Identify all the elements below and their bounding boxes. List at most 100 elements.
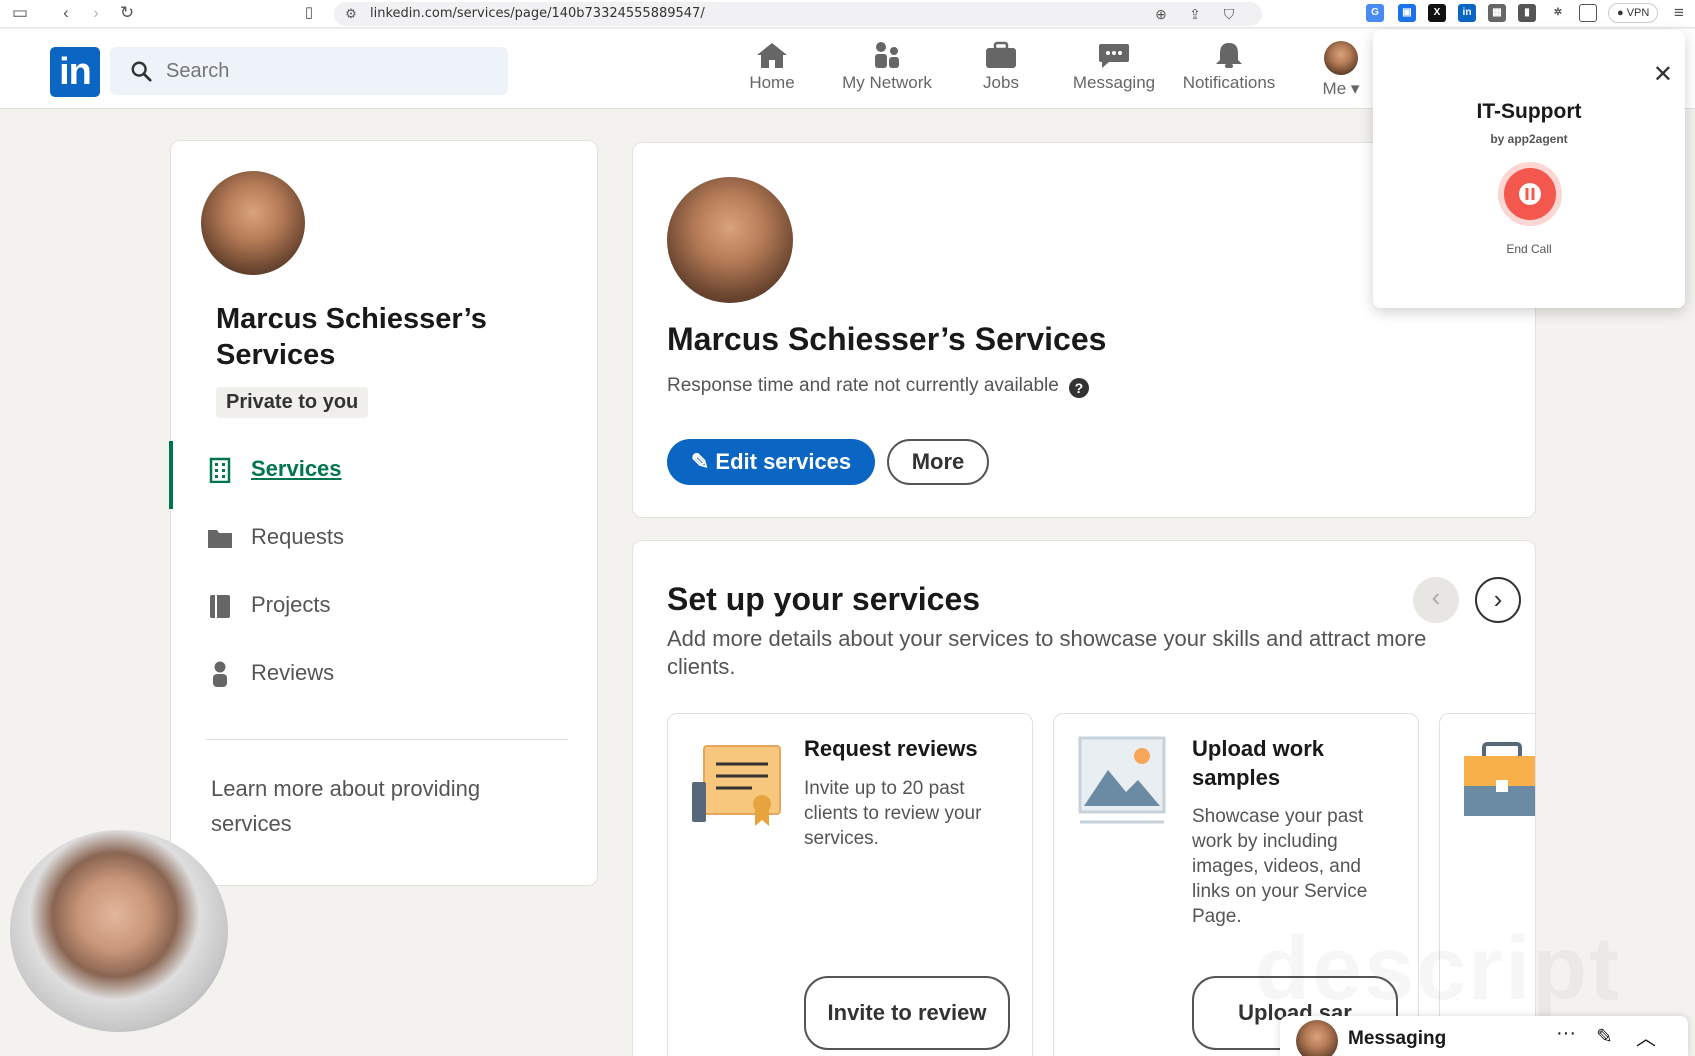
image-icon bbox=[1078, 736, 1166, 824]
chat-icon bbox=[1099, 44, 1129, 68]
nav-jobs[interactable]: Jobs bbox=[976, 41, 1026, 101]
home-icon bbox=[757, 43, 787, 68]
profile-avatar bbox=[201, 171, 305, 275]
nav-my-network[interactable]: My Network bbox=[832, 41, 942, 101]
nav-messaging[interactable]: Messaging bbox=[1068, 41, 1160, 101]
vpn-button[interactable]: ● VPN bbox=[1608, 3, 1659, 23]
briefcase-icon bbox=[986, 41, 1016, 68]
webcam-overlay bbox=[10, 830, 228, 1032]
browser-toolbar: ▭ ‹ › ↻ ▯ ⚙ linkedin.com/services/page/1… bbox=[0, 0, 1695, 28]
building-icon bbox=[209, 457, 231, 483]
card-title: Upload work samples bbox=[1192, 736, 1325, 790]
help-icon[interactable]: ? bbox=[1068, 378, 1089, 398]
translate-icon[interactable]: G bbox=[1366, 4, 1384, 22]
extension-icon[interactable]: ▣ bbox=[1398, 4, 1416, 22]
nav-notifications-label: Notifications bbox=[1182, 73, 1276, 92]
watermark: descript bbox=[1255, 918, 1621, 1021]
learn-more-link[interactable]: Learn more about providing services bbox=[211, 771, 551, 841]
sidebar-item-requests[interactable]: Requests bbox=[171, 509, 601, 567]
sidebar-item-label: Requests bbox=[251, 524, 344, 549]
person-icon bbox=[213, 661, 227, 687]
setup-title: Set up your services bbox=[667, 581, 981, 617]
card-description: Invite up to 20 past clients to review y… bbox=[804, 778, 982, 849]
menu-icon[interactable]: ≡ bbox=[1668, 2, 1690, 24]
avatar bbox=[1324, 41, 1358, 75]
extension-icon[interactable]: ▮ bbox=[1518, 4, 1536, 22]
search-icon bbox=[131, 61, 152, 82]
sidebar-title: Marcus Schiesser’s Services bbox=[216, 303, 487, 371]
more-button[interactable]: More bbox=[887, 439, 989, 485]
nav-jobs-label: Jobs bbox=[983, 73, 1019, 92]
edit-services-label: Edit services bbox=[715, 449, 852, 474]
nav-me-label: Me bbox=[1322, 79, 1347, 98]
avatar bbox=[1296, 1020, 1338, 1056]
bell-icon bbox=[1216, 43, 1242, 68]
site-settings-icon[interactable]: ⚙ bbox=[340, 3, 362, 25]
nav-my-network-label: My Network bbox=[842, 73, 932, 92]
call-provider: by app2agent bbox=[1490, 132, 1568, 146]
chevron-down-icon: ▾ bbox=[1350, 79, 1360, 98]
shield-icon[interactable]: ⛉ bbox=[1218, 3, 1240, 25]
sidebar-item-reviews[interactable]: Reviews bbox=[171, 645, 601, 703]
edit-services-button[interactable]: ✎ Edit services bbox=[667, 439, 875, 485]
linkedin-extension-icon[interactable]: in bbox=[1458, 4, 1476, 22]
card-title: Request reviews bbox=[804, 736, 978, 761]
nav-messaging-label: Messaging bbox=[1072, 73, 1156, 92]
search-input[interactable] bbox=[166, 47, 486, 95]
setup-description: Add more details about your services to … bbox=[667, 626, 1427, 679]
url-text: linkedin.com/services/page/140b733245558… bbox=[370, 6, 705, 21]
sidebar-panel-icon[interactable] bbox=[1579, 4, 1597, 22]
briefcase-icon bbox=[1464, 742, 1535, 816]
vpn-label: VPN bbox=[1626, 7, 1650, 19]
more-options-icon[interactable]: ··· bbox=[1556, 1022, 1576, 1045]
private-badge: Private to you bbox=[216, 387, 369, 418]
close-icon[interactable]: ✕ bbox=[1653, 60, 1673, 89]
request-reviews-card: Request reviews Invite up to 20 past cli… bbox=[667, 713, 1033, 1056]
puzzle-icon[interactable]: ✲ bbox=[1549, 4, 1567, 22]
messaging-label: Messaging bbox=[1348, 1028, 1447, 1049]
sidebar-item-label: Services bbox=[251, 456, 342, 481]
sidebar-item-projects[interactable]: Projects bbox=[171, 577, 601, 635]
compose-icon[interactable]: ✎ bbox=[1596, 1024, 1613, 1049]
certificate-icon bbox=[692, 745, 781, 826]
pencil-icon: ✎ bbox=[690, 449, 710, 474]
share-icon[interactable]: ⇪ bbox=[1184, 3, 1206, 25]
sidebar-item-label: Projects bbox=[251, 592, 331, 617]
response-info: Response time and rate not currently ava… bbox=[667, 375, 1089, 398]
bookmark-icon[interactable]: ▯ bbox=[298, 2, 320, 24]
sidebar-card: Marcus Schiesser’s Services Private to y… bbox=[169, 140, 601, 886]
back-icon[interactable]: ‹ bbox=[55, 2, 77, 24]
forward-icon[interactable]: › bbox=[85, 2, 107, 24]
profile-avatar bbox=[667, 177, 793, 303]
sidebar-item-services[interactable]: Services bbox=[169, 441, 601, 509]
divider bbox=[206, 739, 568, 740]
invite-to-review-button[interactable]: Invite to review bbox=[804, 976, 1010, 1050]
x-extension-icon[interactable]: X bbox=[1428, 4, 1446, 22]
zoom-icon[interactable]: ⊕ bbox=[1150, 3, 1172, 25]
nav-me[interactable]: Me ▾ bbox=[1316, 41, 1366, 101]
folder-icon bbox=[208, 530, 232, 548]
nav-home-label: Home bbox=[749, 73, 795, 92]
sidebar-toggle-icon[interactable]: ▭ bbox=[4, 2, 36, 24]
end-call-button[interactable] bbox=[1498, 162, 1562, 226]
linkedin-logo[interactable]: in bbox=[50, 47, 100, 97]
nav-home[interactable]: Home bbox=[740, 41, 804, 101]
it-support-call-widget: ✕ IT-Support by app2agent End Call bbox=[1373, 30, 1685, 308]
call-title: IT-Support bbox=[1476, 100, 1582, 123]
search-box[interactable] bbox=[110, 47, 508, 95]
carousel-prev-button[interactable]: ‹ bbox=[1413, 577, 1459, 623]
sidebar-item-label: Reviews bbox=[251, 660, 335, 685]
nav-notifications[interactable]: Notifications bbox=[1174, 41, 1284, 101]
chevron-up-icon[interactable]: ︿ bbox=[1636, 1022, 1656, 1051]
card-description: Showcase your past work by including ima… bbox=[1192, 806, 1368, 927]
end-call-label: End Call bbox=[1506, 242, 1552, 256]
carousel-next-button[interactable]: › bbox=[1475, 577, 1521, 623]
response-text: Response time and rate not currently ava… bbox=[667, 375, 1059, 396]
reload-icon[interactable]: ↻ bbox=[116, 2, 138, 24]
network-icon bbox=[875, 42, 899, 68]
book-icon bbox=[210, 595, 230, 618]
messaging-bar[interactable]: Messaging ··· ✎ ︿ bbox=[1280, 1016, 1688, 1056]
address-bar[interactable]: ⚙ linkedin.com/services/page/140b7332455… bbox=[334, 2, 1262, 26]
extension-icon[interactable]: ▦ bbox=[1488, 4, 1506, 22]
pause-icon bbox=[1519, 183, 1541, 205]
